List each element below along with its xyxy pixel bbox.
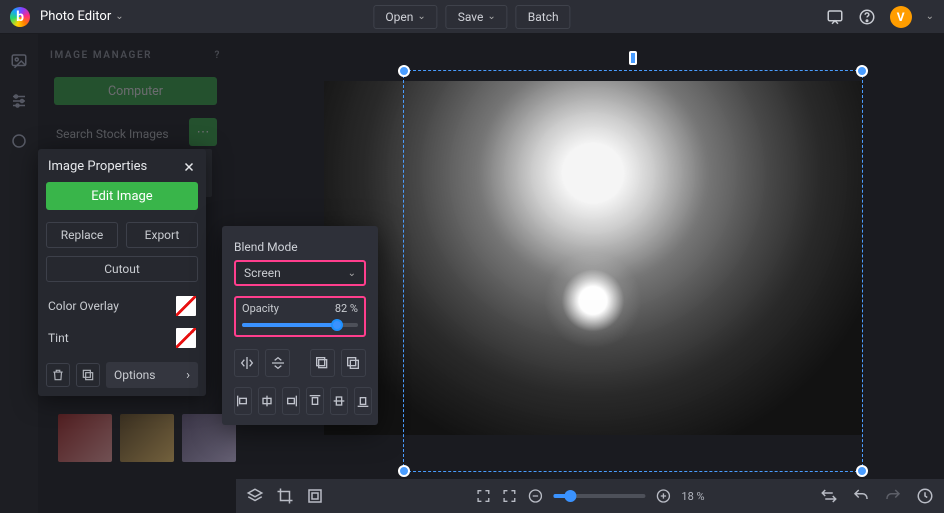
chevron-down-icon: ⌄ — [487, 11, 495, 22]
image-properties-panel: Image Properties Edit Image Replace Expo… — [38, 149, 206, 396]
edit-image-label: Edit Image — [91, 189, 152, 204]
zoom-out-icon[interactable] — [527, 488, 543, 504]
options-button[interactable]: Options › — [106, 362, 198, 388]
batch-label: Batch — [528, 10, 559, 24]
zoom-in-icon[interactable] — [655, 488, 671, 504]
blend-mode-select[interactable]: Screen ⌄ — [234, 260, 366, 286]
resize-handle-br[interactable] — [856, 465, 868, 477]
image-tool-icon[interactable] — [9, 52, 29, 70]
save-button[interactable]: Save⌄ — [446, 5, 508, 29]
computer-button: Computer — [54, 77, 217, 105]
crop-icon[interactable] — [276, 487, 294, 505]
resize-handle-tl[interactable] — [398, 65, 410, 77]
opacity-value: 82 % — [335, 302, 358, 315]
zoom-percent: 18 % — [681, 490, 704, 503]
stock-thumbnails — [58, 414, 236, 462]
delete-icon[interactable] — [46, 363, 70, 387]
close-icon[interactable] — [182, 160, 196, 174]
options-label: Options — [114, 368, 156, 382]
app-title-label: Photo Editor — [40, 9, 111, 24]
left-tool-rail — [0, 34, 38, 513]
search-stock-link: Search Stock Images — [56, 127, 215, 141]
background-icon[interactable] — [306, 487, 324, 505]
layers-icon[interactable] — [246, 487, 264, 505]
top-right: V ⌄ — [826, 6, 934, 28]
image-manager-heading: IMAGE MANAGER — [50, 50, 152, 61]
chevron-right-icon: › — [186, 368, 190, 383]
chevron-down-icon: ⌄ — [417, 11, 425, 22]
align-right-icon[interactable] — [282, 387, 300, 415]
app-title-menu[interactable]: Photo Editor ⌄ — [40, 9, 124, 24]
resize-handle-bl[interactable] — [398, 465, 410, 477]
computer-label: Computer — [108, 84, 163, 99]
adjust-tool-icon[interactable] — [9, 92, 29, 110]
app-logo: b — [10, 7, 30, 27]
edit-image-button[interactable]: Edit Image — [46, 182, 198, 210]
help-icon: ? — [214, 50, 221, 61]
opacity-label: Opacity — [242, 302, 279, 315]
panel-title: Image Properties — [48, 159, 147, 174]
align-bottom-icon[interactable] — [354, 387, 372, 415]
align-center-v-icon[interactable] — [330, 387, 348, 415]
bottom-bar: 18 % — [236, 479, 944, 513]
canvas-stage: IMAGE MANAGER ? Computer ⋯ Search Stock … — [38, 34, 944, 479]
cutout-button[interactable]: Cutout — [46, 256, 198, 282]
actual-size-icon[interactable] — [501, 488, 517, 504]
undo-icon[interactable] — [852, 487, 870, 505]
blend-mode-popover: Blend Mode Screen ⌄ Opacity 82 % — [222, 226, 378, 425]
open-button[interactable]: Open ⌄ — [373, 5, 437, 29]
blend-mode-label: Blend Mode — [234, 240, 366, 254]
align-top-icon[interactable] — [306, 387, 324, 415]
chat-icon[interactable] — [826, 8, 844, 26]
export-label: Export — [145, 228, 180, 242]
more-sources-button: ⋯ — [189, 118, 217, 146]
opacity-slider[interactable] — [242, 323, 358, 327]
tint-row[interactable]: Tint — [46, 322, 198, 354]
flip-vertical-icon[interactable] — [265, 349, 290, 377]
stock-thumb — [58, 414, 112, 462]
align-center-h-icon[interactable] — [258, 387, 276, 415]
help-icon[interactable] — [858, 8, 876, 26]
flip-horizontal-icon[interactable] — [234, 349, 259, 377]
user-avatar[interactable]: V — [890, 6, 912, 28]
avatar-initial: V — [897, 10, 905, 24]
cutout-label: Cutout — [104, 262, 140, 276]
tint-label: Tint — [48, 331, 69, 345]
misc-tool-icon[interactable] — [9, 132, 29, 150]
export-button[interactable]: Export — [126, 222, 198, 248]
stock-thumb — [120, 414, 174, 462]
compare-icon[interactable] — [820, 487, 838, 505]
chevron-down-icon: ⌄ — [348, 268, 356, 279]
selection-box[interactable] — [403, 70, 863, 472]
redo-icon[interactable] — [884, 487, 902, 505]
zoom-slider[interactable] — [553, 494, 645, 498]
duplicate-icon[interactable] — [76, 363, 100, 387]
replace-button[interactable]: Replace — [46, 222, 118, 248]
save-label: Save — [458, 10, 484, 24]
chevron-down-icon: ⌄ — [115, 11, 123, 22]
resize-handle-tr[interactable] — [856, 65, 868, 77]
top-center-controls: Open⌄ Save⌄ Batch — [373, 5, 570, 29]
opacity-control: Opacity 82 % — [234, 296, 366, 337]
top-bar: b Photo Editor ⌄ Open⌄ Save⌄ Batch V ⌄ — [0, 0, 944, 34]
rotation-handle[interactable] — [629, 51, 637, 65]
send-backward-icon[interactable] — [341, 349, 366, 377]
history-icon[interactable] — [916, 487, 934, 505]
batch-button[interactable]: Batch — [516, 5, 571, 29]
replace-label: Replace — [61, 228, 104, 242]
color-swatch-none-icon[interactable] — [176, 328, 196, 348]
color-overlay-label: Color Overlay — [48, 299, 119, 313]
color-swatch-none-icon[interactable] — [176, 296, 196, 316]
chevron-down-icon[interactable]: ⌄ — [926, 11, 934, 22]
blend-mode-value: Screen — [244, 266, 281, 280]
color-overlay-row[interactable]: Color Overlay — [46, 290, 198, 322]
open-label: Open — [385, 10, 413, 24]
fit-screen-icon[interactable] — [475, 488, 491, 504]
align-left-icon[interactable] — [234, 387, 252, 415]
bring-forward-icon[interactable] — [310, 349, 335, 377]
